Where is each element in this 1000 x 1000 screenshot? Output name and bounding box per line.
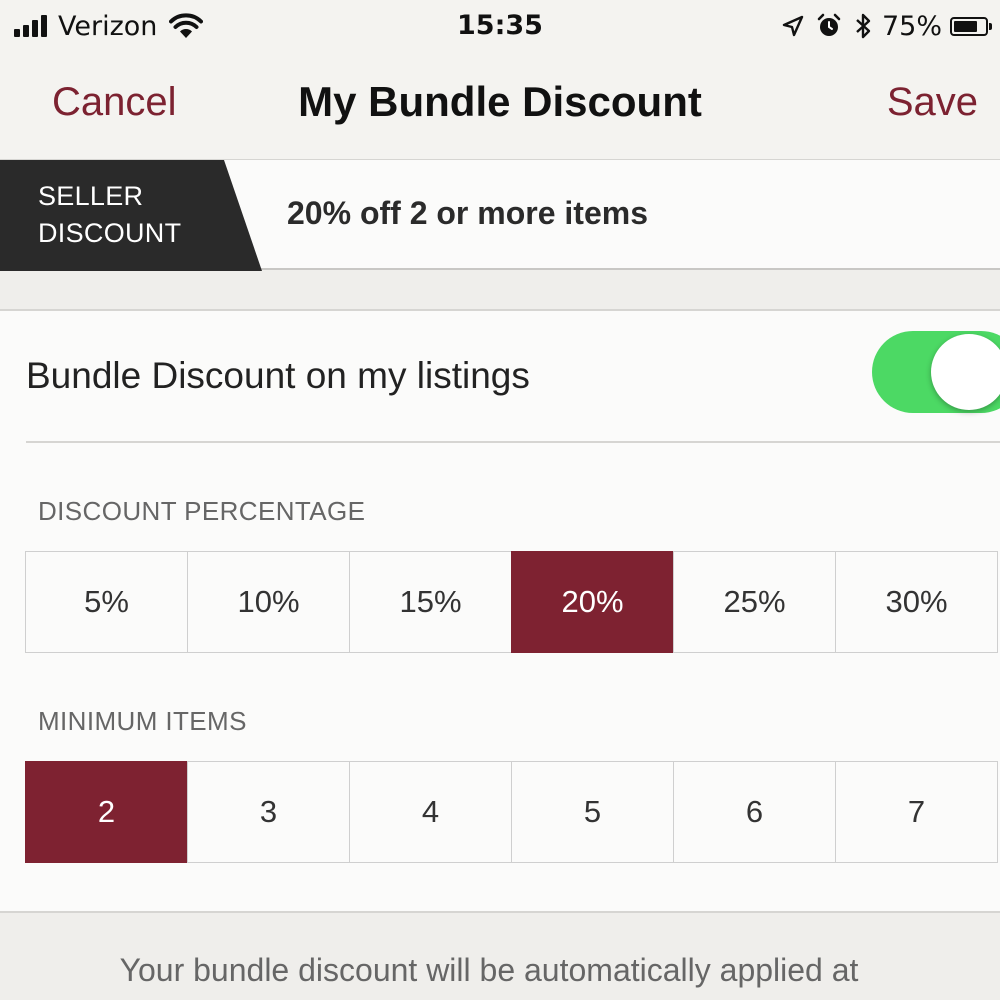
discount-percentage-option[interactable]: 15%: [349, 551, 512, 653]
discount-percentage-option[interactable]: 25%: [673, 551, 836, 653]
bundle-discount-toggle[interactable]: [872, 331, 1000, 413]
badge-line-1: SELLER: [38, 181, 144, 211]
minimum-items-option[interactable]: 4: [349, 761, 512, 863]
battery-icon: [950, 16, 992, 36]
divider: [26, 441, 1000, 443]
minimum-items-option[interactable]: 7: [835, 761, 998, 863]
footer-note: Your bundle discount will be automatical…: [119, 952, 859, 988]
seller-discount-badge: SELLER DISCOUNT: [0, 160, 262, 271]
minimum-items-label: MINIMUM ITEMS: [38, 706, 247, 736]
minimum-items-selector: 234567: [25, 761, 1000, 863]
discount-percentage-option[interactable]: 20%: [511, 551, 674, 653]
toggle-knob: [931, 334, 1000, 410]
bundle-toggle-label: Bundle Discount on my listings: [26, 355, 530, 396]
bluetooth-icon: [856, 13, 871, 39]
location-icon: [782, 15, 804, 37]
badge-text: SELLER DISCOUNT: [38, 178, 238, 252]
save-button[interactable]: Save: [887, 80, 978, 125]
page-title: My Bundle Discount: [298, 78, 702, 125]
battery-percent: 75%: [881, 10, 942, 42]
battery-nub: [989, 22, 992, 30]
discount-percentage-option[interactable]: 5%: [25, 551, 188, 653]
discount-percentage-label: DISCOUNT PERCENTAGE: [38, 496, 366, 526]
minimum-items-option[interactable]: 3: [187, 761, 350, 863]
discount-summary: SELLER DISCOUNT 20% off 2 or more items: [0, 159, 1000, 271]
discount-percentage-option[interactable]: 10%: [187, 551, 350, 653]
summary-text: 20% off 2 or more items: [287, 195, 648, 231]
status-bar: Verizon 15:35 75%: [0, 0, 1000, 52]
minimum-items-option[interactable]: 2: [25, 761, 188, 863]
minimum-items-option[interactable]: 5: [511, 761, 674, 863]
discount-percentage-option[interactable]: 30%: [835, 551, 998, 653]
badge-line-2: DISCOUNT: [38, 218, 182, 248]
navigation-bar: Cancel My Bundle Discount Save: [0, 52, 1000, 159]
discount-percentage-selector: 5% 10% 15% 20% 25% 30%: [25, 551, 1000, 653]
alarm-icon: [817, 13, 841, 36]
status-right: 75%: [770, 8, 992, 44]
minimum-items-option[interactable]: 6: [673, 761, 836, 863]
bundle-settings-card: Bundle Discount on my listings DISCOUNT …: [0, 309, 1000, 913]
battery-level: [954, 20, 977, 32]
